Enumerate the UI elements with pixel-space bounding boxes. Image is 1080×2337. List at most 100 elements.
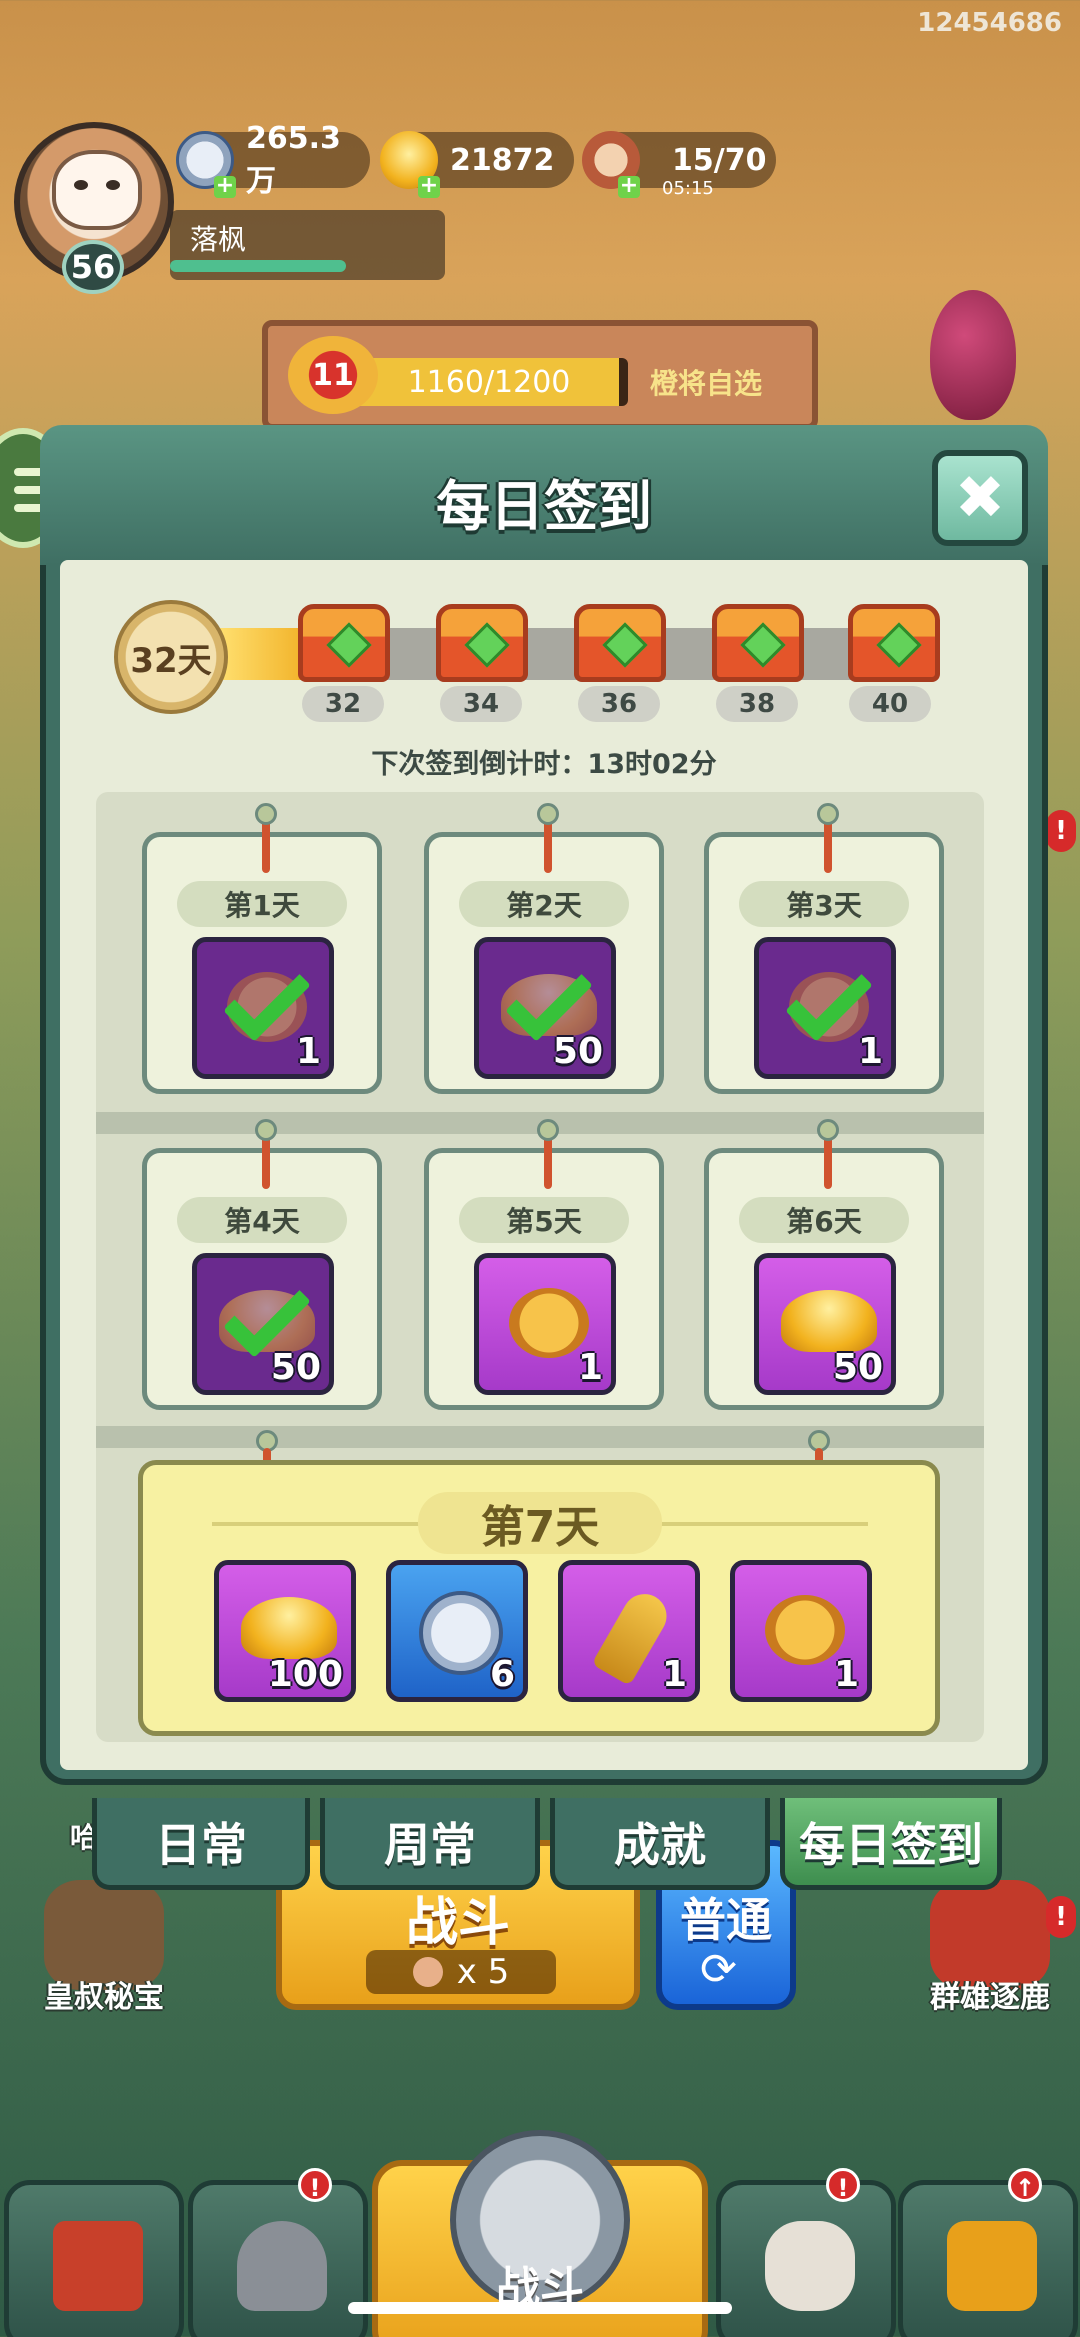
pin-icon [537,803,559,825]
refresh-icon[interactable]: ⟳ [700,1944,737,1995]
day-label: 第5天 [459,1197,629,1243]
reward-item[interactable]: 1 [474,1253,616,1395]
reward-item[interactable]: 1 [558,1560,700,1702]
milestone-chest-icon[interactable] [712,604,804,682]
add-silver-icon[interactable]: + [214,175,236,198]
milestone-chest-icon[interactable] [298,604,390,682]
day-card-4[interactable]: 第4天 50 [142,1119,382,1410]
reward-qty: 50 [552,1031,603,1072]
reward-item: 1 [192,937,334,1079]
milestone-day: 32 [302,686,384,722]
milestone-day: 38 [716,686,798,722]
reward-qty: 6 [489,1654,515,1695]
reward-qty: 1 [577,1347,603,1388]
tab-achievement[interactable]: 成就 [550,1798,770,1890]
home-indicator[interactable] [348,2302,732,2314]
day-card-1[interactable]: 第1天 1 [142,803,382,1094]
upgrade-arrow-icon: ↑ [1008,2168,1042,2202]
day-label: 第3天 [739,881,909,927]
notification-dot: ! [826,2168,860,2202]
day-card-2[interactable]: 第2天 50 [424,803,664,1094]
right-alert-icon: ! [1046,810,1076,852]
player-xp-bar [170,260,346,272]
gold-amount: 21872 [450,142,555,178]
milestone-chest-icon[interactable] [574,604,666,682]
pin-icon [537,1119,559,1141]
reward-item: 50 [192,1253,334,1395]
add-gold-icon[interactable]: + [418,175,440,198]
day-label: 第6天 [739,1197,909,1243]
nav-rank-button[interactable] [716,2180,896,2337]
reward-qty: 1 [661,1654,687,1695]
reward-qty: 1 [833,1654,859,1695]
milestone-day: 36 [578,686,660,722]
gold-ingot-icon [781,1290,877,1352]
shelf-divider [96,1426,984,1448]
milestone-day: 34 [440,686,522,722]
gourd-icon[interactable] [930,290,1016,420]
day-card-5[interactable]: 第5天 1 [424,1119,664,1410]
reward-qty: 50 [270,1347,321,1388]
stage-right-label[interactable]: 橙将自选 [650,362,762,402]
add-stamina-icon[interactable]: + [618,175,640,198]
reward-qty: 50 [832,1347,883,1388]
upgrade-box-icon [947,2221,1037,2311]
reward-qty: 1 [857,1031,883,1072]
stars-wing-icon [765,2221,855,2311]
uncle-treasure-label[interactable]: 皇叔秘宝 [44,1972,164,2016]
gold-resource[interactable]: 21872 [380,131,574,189]
reward-item: 50 [474,937,616,1079]
tab-daily-signin[interactable]: 每日签到 [780,1798,1002,1890]
alert-icon: ! [1046,1896,1076,1938]
heroes-contest-label[interactable]: 群雄逐鹿 [930,1972,1050,2016]
stage-progress-bar: 1160/1200 [350,358,628,406]
signin-progress-fill [218,628,305,680]
player-name: 落枫 [190,223,247,256]
stage-level-medal: 11 [288,336,378,414]
meat-drumstick-icon [412,1957,443,1987]
user-id: 12454686 [917,8,1062,38]
reward-item[interactable]: 6 [386,1560,528,1702]
nav-hero-button[interactable] [188,2180,368,2337]
day7-label: 第7天 [418,1492,662,1554]
battle-label: 战斗 [405,1893,510,1953]
nav-upgrade-button[interactable] [898,2180,1078,2337]
reward-qty: 1 [295,1031,321,1072]
reward-item[interactable]: 100 [214,1560,356,1702]
cat-avatar-icon [52,150,142,230]
battle-cost: x 5 [366,1950,556,1994]
stamina-timer: 05:15 [662,178,714,199]
pin-icon [255,803,277,825]
reward-item[interactable]: 50 [754,1253,896,1395]
helmet-icon [237,2221,327,2311]
battle-cost-text: x 5 [456,1952,510,1992]
gold-ingot-icon [241,1597,337,1659]
mode-label: 普通 [680,1893,772,1947]
milestone-chest-icon[interactable] [848,604,940,682]
tab-weekly[interactable]: 周常 [320,1798,540,1890]
reward-item[interactable]: 1 [730,1560,872,1702]
day-card-6[interactable]: 第6天 50 [704,1119,944,1410]
stamina-amount: 15/70 [672,142,767,178]
nav-city-button[interactable] [4,2180,184,2337]
stage-progress-text: 1160/1200 [407,364,571,400]
silver-resource[interactable]: 265.3万 [176,121,370,199]
pin-icon [817,1119,839,1141]
player-level-badge: 56 [62,240,124,294]
close-button[interactable]: ✖ [932,450,1028,546]
dialog-title: 每日签到 [436,475,652,538]
reward-item: 1 [754,937,896,1079]
player-name-bar: 落枫 [170,210,445,280]
pin-icon [817,803,839,825]
notification-dot: ! [298,2168,332,2202]
pin-icon [255,1119,277,1141]
milestone-chest-icon[interactable] [436,604,528,682]
signin-countdown: 下次签到倒计时：13时02分 [371,749,717,780]
day-label: 第2天 [459,881,629,927]
city-gate-icon [53,2221,143,2311]
day-card-3[interactable]: 第3天 1 [704,803,944,1094]
day-label: 第4天 [177,1197,347,1243]
reward-qty: 100 [267,1654,343,1695]
milestone-day: 40 [849,686,931,722]
tab-daily[interactable]: 日常 [92,1798,310,1890]
